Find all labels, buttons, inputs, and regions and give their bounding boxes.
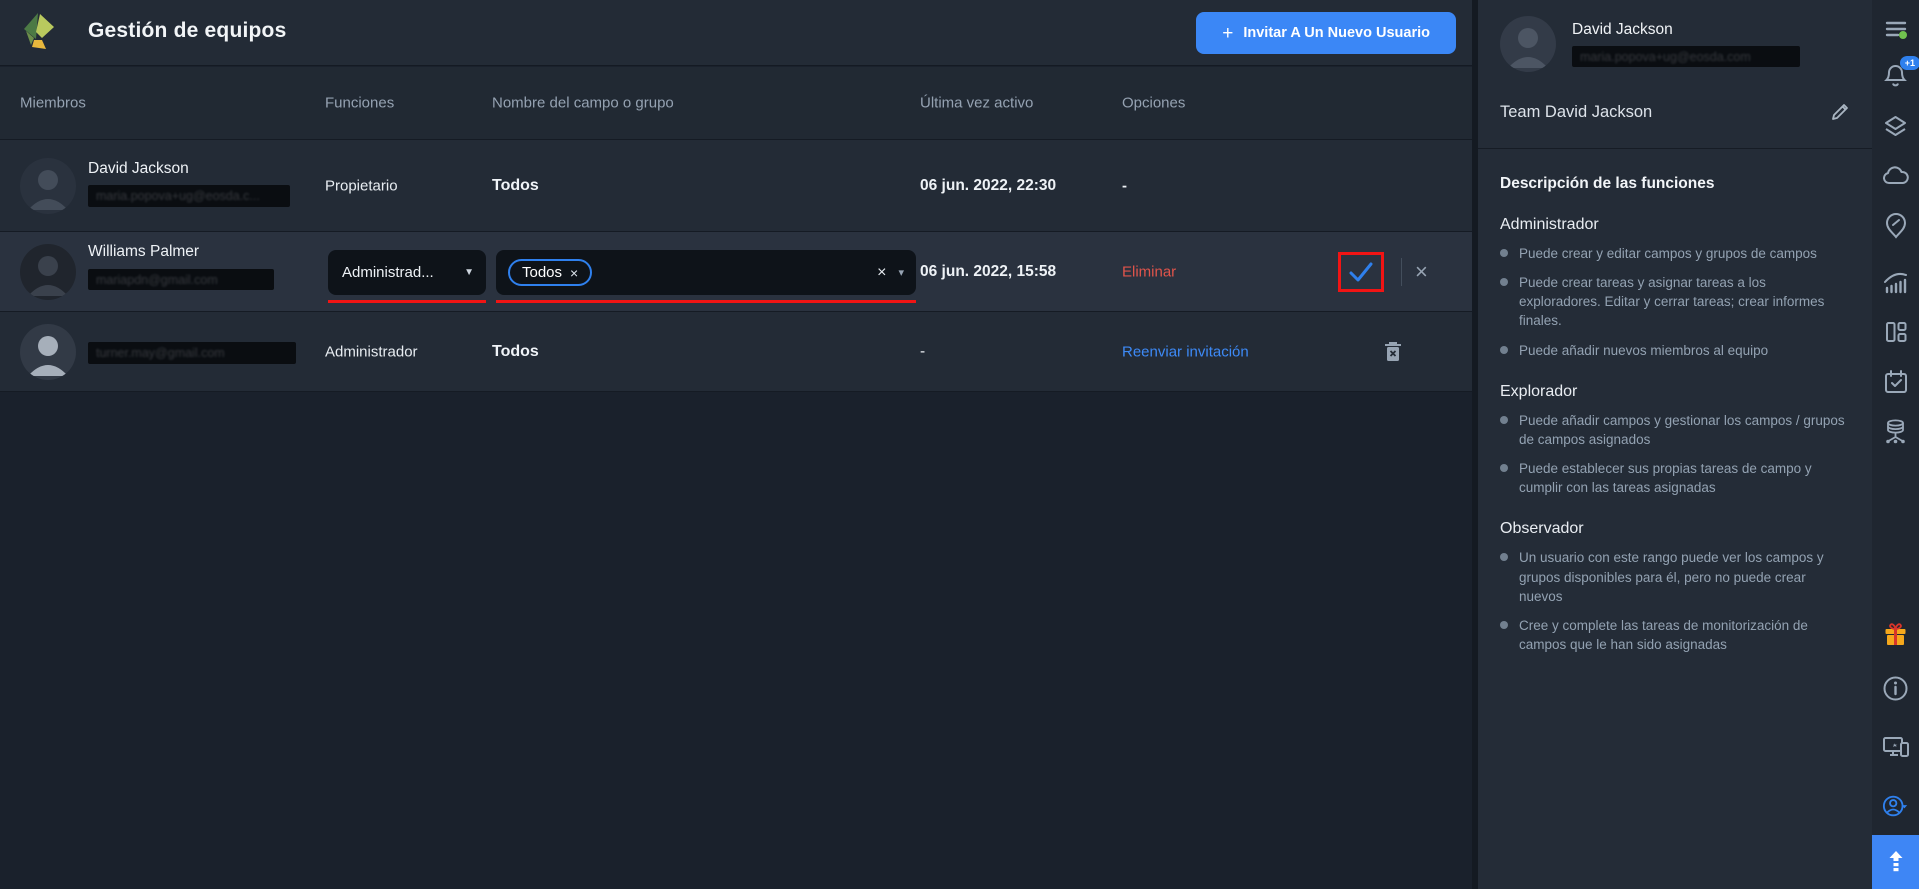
column-options: Opciones [1122,95,1185,112]
plus-icon: + [1222,24,1233,43]
list-item: Puede añadir campos y gestionar los camp… [1500,411,1850,449]
member-email-redacted: maria.popova+ug@eosda.c... [88,185,290,207]
table-row: David Jackson maria.popova+ug@eosda.c...… [0,140,1472,232]
role-bullets: Puede crear y editar campos y grupos de … [1500,244,1850,360]
menu-icon[interactable] [1882,15,1910,43]
list-item: Puede establecer sus propias tareas de c… [1500,459,1850,497]
sidebar-user-name: David Jackson [1572,21,1800,39]
page-title: Gestión de equipos [88,19,286,43]
member-field-scope: Todos [492,177,539,195]
sidebar-user-block: David Jackson maria.popova+ug@eosda.com [1500,16,1850,72]
team-sidebar: David Jackson maria.popova+ug@eosda.com … [1478,0,1872,889]
member-option: - [1122,177,1127,194]
column-field-group: Nombre del campo o grupo [492,95,674,112]
roles-description-title: Descripción de las funciones [1500,175,1850,193]
member-role: Propietario [325,177,398,194]
role-heading-observador: Observador [1500,520,1850,538]
sidebar-user-email-redacted: maria.popova+ug@eosda.com [1572,46,1800,67]
member-name: Williams Palmer [88,243,199,261]
table-header: Miembros Funciones Nombre del campo o gr… [0,67,1472,140]
field-multiselect[interactable]: Todos × × ▾ [496,250,916,295]
notifications-icon[interactable]: +1 [1882,62,1910,90]
team-name-row: Team David Jackson [1500,102,1850,122]
chevron-down-icon: ▼ [464,267,474,278]
chip-remove-icon[interactable]: × [570,265,578,281]
member-name: David Jackson [88,160,189,178]
team-name: Team David Jackson [1500,103,1652,122]
field-pin-icon[interactable] [1882,212,1910,240]
role-bullets: Puede añadir campos y gestionar los camp… [1500,411,1850,498]
list-item: Cree y complete las tareas de monitoriza… [1500,616,1850,654]
bullet-icon [1500,553,1508,561]
chevron-down-icon[interactable]: ▾ [898,266,904,279]
devices-icon[interactable] [1882,733,1910,761]
avatar [20,158,76,214]
table-row: turner.may@gmail.com Administrador Todos… [0,312,1472,392]
member-last-active: 06 jun. 2022, 22:30 [920,177,1056,195]
list-item: Puede crear tareas y asignar tareas a lo… [1500,273,1850,330]
list-item: Puede crear y editar campos y grupos de … [1500,244,1850,263]
bullet-icon [1500,464,1508,472]
bullet-icon [1500,249,1508,257]
multiselect-annotation-underline [496,300,916,303]
multiselect-clear-icon[interactable]: × [877,264,886,282]
column-roles: Funciones [325,95,394,112]
bullet-icon [1500,278,1508,286]
top-header: Gestión de equipos + Invitar A Un Nuevo … [0,0,1472,66]
invite-user-button[interactable]: + Invitar A Un Nuevo Usuario [1196,12,1456,54]
arrow-up-icon [1886,849,1906,875]
field-chip: Todos × [508,259,592,286]
table-row-editing: Williams Palmer mariapdn@gmail.com Admin… [0,232,1472,312]
cloud-icon[interactable] [1882,162,1910,190]
actions-divider [1401,258,1402,286]
member-email-redacted: turner.may@gmail.com [88,342,296,364]
layers-icon[interactable] [1882,112,1910,140]
gift-icon[interactable] [1882,620,1910,648]
right-icon-toolbar: +1 [1872,0,1919,889]
avatar [20,244,76,300]
role-dropdown[interactable]: Administrad... ▼ [328,250,486,295]
member-field-scope: Todos [492,343,539,361]
sidebar-divider [1478,148,1872,149]
dashboard-icon[interactable] [1882,318,1910,346]
role-dropdown-value: Administrad... [342,264,458,281]
team-management-screen: Gestión de equipos + Invitar A Un Nuevo … [0,0,1919,889]
main-panel: Gestión de equipos + Invitar A Un Nuevo … [0,0,1472,889]
member-email-redacted: mariapdn@gmail.com [88,269,274,290]
list-item: Puede añadir nuevos miembros al equipo [1500,341,1850,360]
column-members: Miembros [20,95,86,112]
list-item: Un usuario con este rango puede ver los … [1500,548,1850,605]
confirm-button[interactable] [1338,252,1384,292]
member-last-active: 06 jun. 2022, 15:58 [920,263,1056,281]
account-icon[interactable] [1882,792,1910,820]
role-bullets: Un usuario con este rango puede ver los … [1500,548,1850,654]
member-last-active: - [920,343,925,361]
data-server-icon[interactable] [1882,417,1910,445]
info-icon[interactable] [1882,674,1910,702]
check-icon [1348,261,1374,283]
resend-invitation-link[interactable]: Reenviar invitación [1122,343,1249,360]
avatar [1500,16,1556,72]
notification-badge: +1 [1900,56,1919,70]
cancel-edit-icon[interactable]: × [1415,261,1428,283]
statistics-icon[interactable] [1882,268,1910,296]
field-chip-label: Todos [522,264,562,281]
invite-user-label: Invitar A Un Nuevo Usuario [1243,25,1430,41]
avatar [20,324,76,380]
role-heading-administrador: Administrador [1500,216,1850,234]
app-logo-icon [16,9,64,57]
role-annotation-underline [328,300,486,303]
column-last-active: Última vez activo [920,95,1033,112]
scroll-top-button[interactable] [1872,835,1919,889]
bullet-icon [1500,346,1508,354]
delete-member-link[interactable]: Eliminar [1122,263,1176,280]
bullet-icon [1500,621,1508,629]
bullet-icon [1500,416,1508,424]
member-role: Administrador [325,343,418,360]
delete-invitation-icon[interactable] [1382,340,1404,364]
edit-team-icon[interactable] [1830,102,1850,122]
role-heading-explorador: Explorador [1500,383,1850,401]
calendar-icon[interactable] [1882,368,1910,396]
